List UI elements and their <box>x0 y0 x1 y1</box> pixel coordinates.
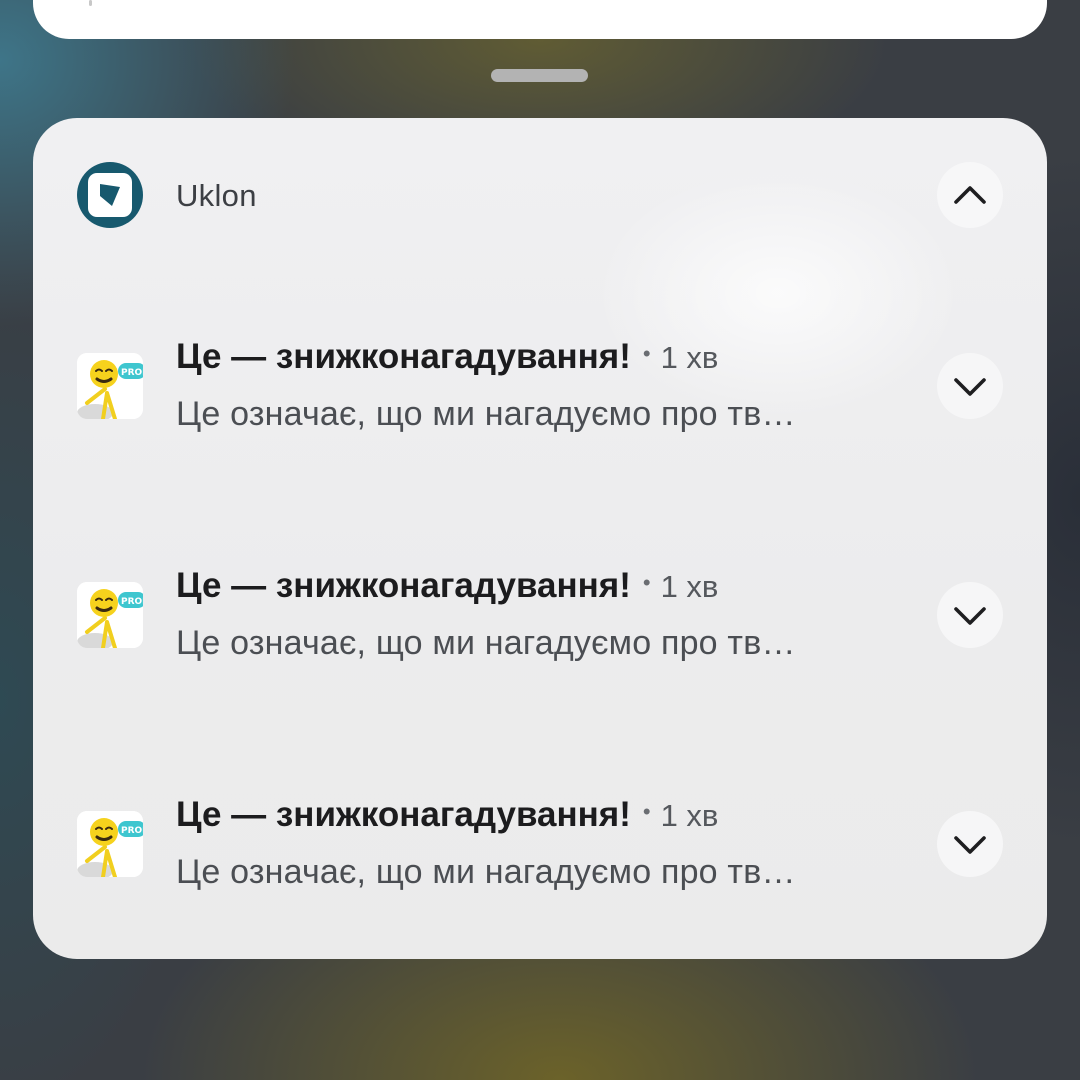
promo-character-icon: PROMO <box>77 582 143 648</box>
notification-body: Це означає, що ми нагадуємо про тв… <box>176 853 796 891</box>
previous-notification-card[interactable] <box>33 0 1047 39</box>
chevron-down-icon <box>954 836 986 854</box>
promo-thumbnail: PROMO <box>77 582 143 648</box>
notification-item[interactable]: PROMO Це — знижконагадування! • 1 хв Це оз… <box>33 776 1047 916</box>
notification-item[interactable]: PROMO Це — знижконагадування! • 1 хв Це оз… <box>33 318 1047 458</box>
uklon-logo-icon <box>77 162 143 228</box>
title-separator: • <box>642 799 651 824</box>
notification-body: Це означає, що ми нагадуємо про тв… <box>176 395 796 433</box>
card-edge-mark <box>89 0 92 6</box>
collapse-group-button[interactable] <box>937 162 1003 228</box>
notification-title-row: Це — знижконагадування! • 1 хв <box>176 795 718 835</box>
notification-group-header[interactable]: Uklon <box>33 118 1047 273</box>
chevron-down-icon <box>954 607 986 625</box>
promo-badge-text: PROMO <box>121 826 143 836</box>
notification-item[interactable]: PROMO Це — знижконагадування! • 1 хв Це оз… <box>33 547 1047 687</box>
promo-character-icon: PROMO <box>77 811 143 877</box>
notification-time: 1 хв <box>660 569 719 604</box>
notification-time: 1 хв <box>660 340 719 375</box>
promo-thumbnail: PROMO <box>77 353 143 419</box>
notification-title: Це — знижконагадування! <box>176 337 631 376</box>
notification-title-row: Це — знижконагадування! • 1 хв <box>176 566 718 606</box>
title-separator: • <box>642 570 651 595</box>
expand-notification-button[interactable] <box>937 582 1003 648</box>
chevron-up-icon <box>954 186 986 204</box>
drag-handle[interactable] <box>491 69 588 82</box>
notification-body: Це означає, що ми нагадуємо про тв… <box>176 624 796 662</box>
chevron-down-icon <box>954 378 986 396</box>
promo-badge-text: PROMO <box>121 368 143 378</box>
expand-notification-button[interactable] <box>937 353 1003 419</box>
notification-title: Це — знижконагадування! <box>176 566 631 605</box>
promo-thumbnail: PROMO <box>77 811 143 877</box>
notification-time: 1 хв <box>660 798 719 833</box>
title-separator: • <box>642 341 651 366</box>
notification-group-panel[interactable]: Uklon PROMO Це — знижконагадування! • 1 хв… <box>33 118 1047 959</box>
promo-character-icon: PROMO <box>77 353 143 419</box>
expand-notification-button[interactable] <box>937 811 1003 877</box>
promo-badge-text: PROMO <box>121 597 143 607</box>
app-name: Uklon <box>176 178 257 213</box>
notification-title-row: Це — знижконагадування! • 1 хв <box>176 337 718 377</box>
notification-title: Це — знижконагадування! <box>176 795 631 834</box>
